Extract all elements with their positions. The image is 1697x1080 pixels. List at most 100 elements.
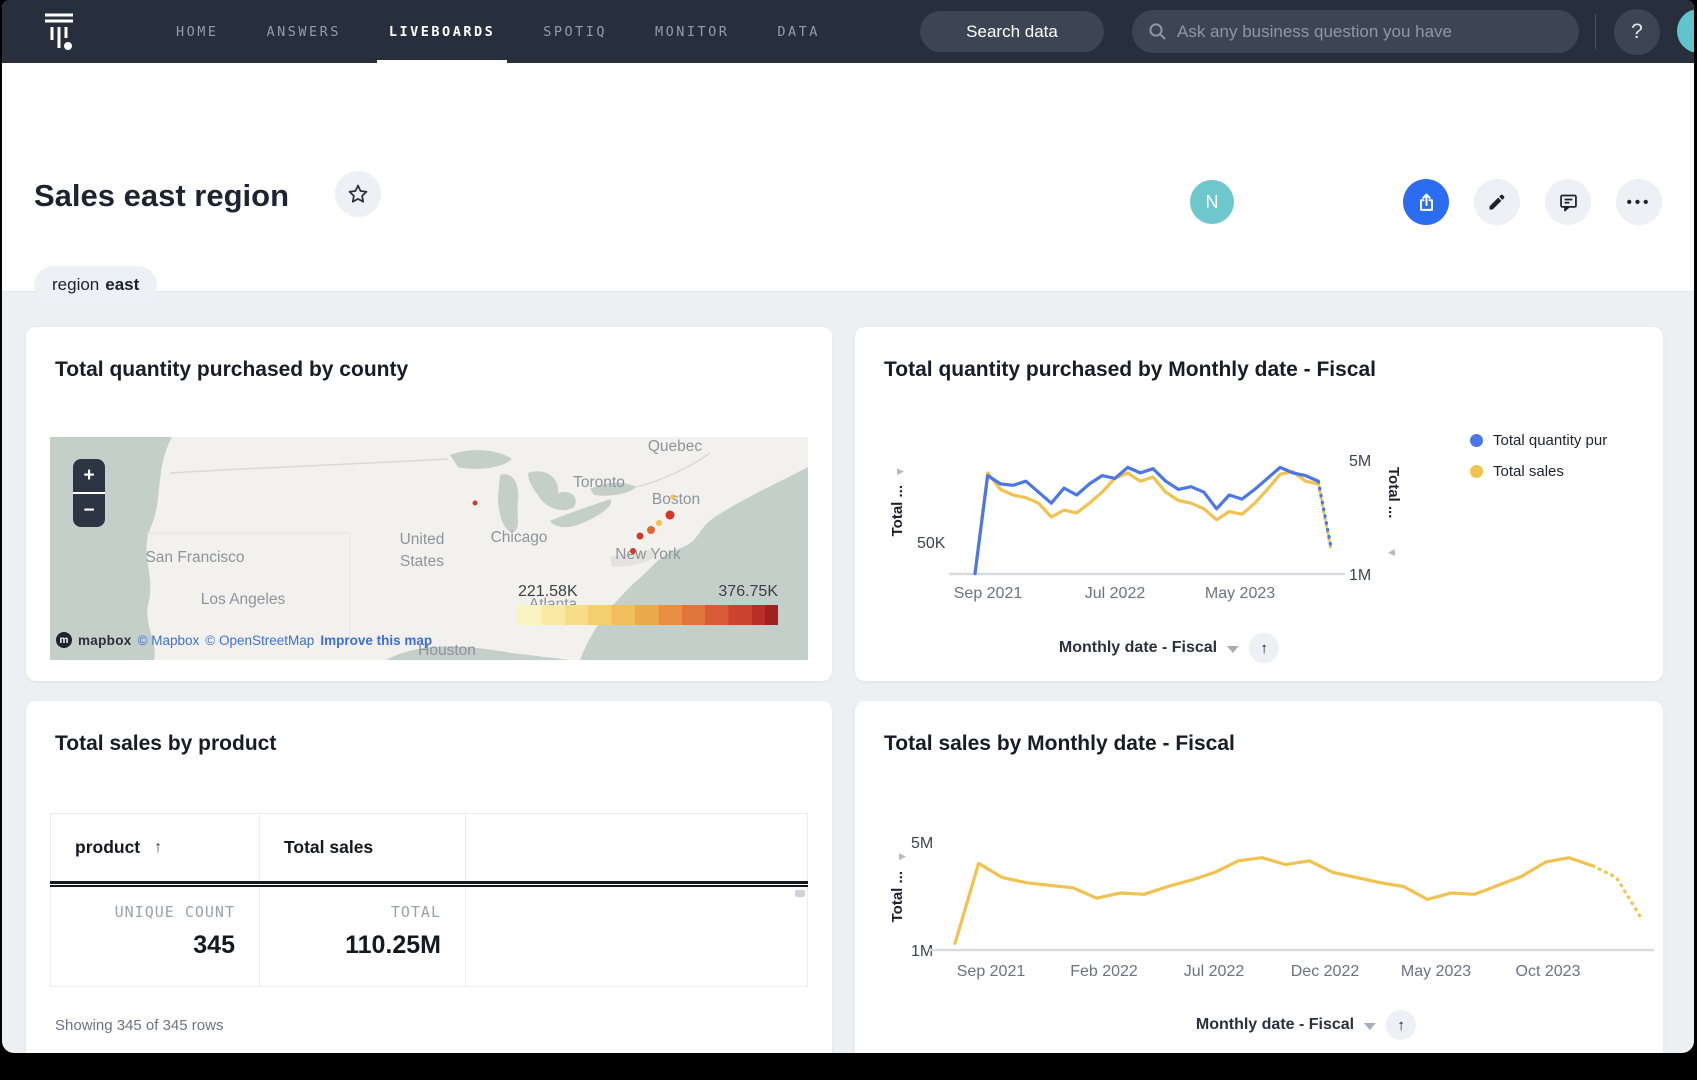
x-tick: Sep 2021 (954, 585, 1023, 603)
viz-card-map: Total quantity purchased by county (26, 327, 832, 681)
row-count-status: Showing 345 of 345 rows (55, 1017, 223, 1034)
nav-item-spotiq[interactable]: SPOTIQ (519, 0, 631, 63)
comment-button[interactable] (1545, 179, 1591, 225)
sort-direction-button[interactable]: ↑ (1249, 633, 1279, 663)
help-button[interactable]: ? (1614, 9, 1660, 55)
axis-scroll-left-icon[interactable]: ◀ (1388, 547, 1395, 558)
map-marker[interactable] (666, 511, 675, 520)
column-header-product[interactable]: product ↑ (51, 814, 260, 881)
share-button[interactable] (1403, 179, 1449, 225)
map-marker[interactable] (656, 520, 662, 526)
map-city-label: San Francisco (145, 549, 244, 567)
user-avatar[interactable]: N (1677, 9, 1694, 53)
liveboard-header: Sales east region N (2, 63, 1694, 292)
improve-map-link[interactable]: Improve this map (320, 633, 432, 648)
share-icon (1416, 192, 1437, 213)
line-chart-plot[interactable] (975, 437, 1331, 575)
favorite-star-button[interactable] (335, 171, 381, 217)
map-marker[interactable] (473, 501, 478, 506)
aggregate-value: 345 (51, 931, 235, 960)
y-tick-5m: 5M (1349, 453, 1371, 471)
top-navigation-bar: HOME ANSWERS LIVEBOARDS SPOTIQ MONITOR D… (2, 0, 1694, 63)
chevron-down-icon[interactable] (1227, 646, 1239, 653)
liveboard-canvas: Total quantity purchased by county (2, 293, 1694, 1053)
openstreetmap-link[interactable]: © OpenStreetMap (205, 633, 314, 648)
mapbox-logo-icon: m (56, 632, 72, 648)
mapbox-wordmark: mapbox (78, 633, 132, 648)
app-window: HOME ANSWERS LIVEBOARDS SPOTIQ MONITOR D… (2, 0, 1694, 1053)
ask-question-searchbox (1132, 10, 1579, 53)
nav-item-answers[interactable]: ANSWERS (243, 0, 365, 63)
x-tick: Sep 2021 (957, 963, 1026, 981)
legend-min-value: 221.58K (518, 583, 578, 601)
axis-scroll-right-icon[interactable]: ▶ (897, 466, 904, 477)
legend-item-sales[interactable]: Total sales (1470, 463, 1607, 480)
thoughtspot-logo-icon[interactable] (36, 10, 82, 59)
star-icon (347, 183, 369, 205)
column-header-total-sales[interactable]: Total sales (260, 814, 466, 881)
x-dimension-control: Monthly date - Fiscal ↑ (1059, 633, 1279, 663)
ask-question-input[interactable] (1177, 22, 1563, 42)
x-tick: May 2023 (1205, 585, 1275, 603)
map-marker[interactable] (647, 526, 655, 534)
aggregate-label: UNIQUE COUNT (51, 903, 235, 921)
viewer-avatar[interactable]: N (1190, 180, 1234, 224)
chart-legend: Total quantity pur Total sales (1470, 432, 1607, 480)
right-y-axis-title: Total ... (1385, 467, 1402, 518)
geo-map[interactable]: San Francisco Los Angeles United States … (50, 437, 808, 660)
summary-cell-empty (466, 887, 807, 986)
map-city-label: New York (615, 546, 680, 564)
summary-cell-total: TOTAL 110.25M (260, 887, 466, 986)
heatmap-gradient-bar (518, 605, 778, 625)
comment-icon (1558, 192, 1579, 213)
legend-dot-yellow (1470, 465, 1483, 478)
zoom-in-button[interactable]: + (73, 459, 105, 492)
axis-scroll-right-icon[interactable]: ▶ (899, 851, 906, 862)
table-header-row: product ↑ Total sales (50, 813, 808, 881)
more-options-button[interactable]: ••• (1616, 179, 1662, 225)
viz-card-line-quantity: Total quantity purchased by Monthly date… (855, 327, 1663, 681)
map-city-label: Quebec (648, 438, 702, 456)
map-marker[interactable] (630, 548, 636, 554)
nav-menu: HOME ANSWERS LIVEBOARDS SPOTIQ MONITOR D… (152, 0, 844, 63)
x-tick: Feb 2022 (1070, 963, 1138, 981)
edit-button[interactable] (1474, 179, 1520, 225)
map-zoom-controls: + − (73, 459, 105, 527)
sort-ascending-icon[interactable]: ↑ (154, 839, 162, 857)
x-dimension-label[interactable]: Monthly date - Fiscal (1196, 1016, 1354, 1034)
aggregate-label: TOTAL (260, 903, 441, 921)
left-y-axis-title: Total ... (889, 485, 906, 536)
x-tick: May 2023 (1401, 963, 1471, 981)
legend-label: Total sales (1493, 463, 1564, 480)
nav-item-liveboards[interactable]: LIVEBOARDS (365, 0, 519, 63)
y-tick-50k: 50K (917, 535, 945, 553)
nav-item-monitor[interactable]: MONITOR (631, 0, 753, 63)
scrollbar-thumb[interactable] (795, 890, 805, 897)
legend-item-quantity[interactable]: Total quantity pur (1470, 432, 1607, 449)
line-chart-plot[interactable] (955, 835, 1640, 951)
y-tick-5m: 5M (911, 835, 933, 853)
x-tick: Jul 2022 (1184, 963, 1245, 981)
chevron-down-icon[interactable] (1364, 1023, 1376, 1030)
nav-item-data[interactable]: DATA (753, 0, 844, 63)
map-city-label: States (400, 553, 444, 571)
nav-divider (1595, 14, 1596, 49)
viz-title: Total quantity purchased by county (55, 358, 408, 382)
sort-direction-button[interactable]: ↑ (1386, 1010, 1416, 1040)
more-dots-icon: ••• (1627, 194, 1652, 211)
left-y-axis-title: Total ... (889, 871, 906, 922)
column-header-empty (466, 814, 807, 881)
mapbox-link[interactable]: © Mapbox (138, 633, 200, 648)
table-summary-row: UNIQUE COUNT 345 TOTAL 110.25M (50, 887, 808, 987)
x-tick: Dec 2022 (1291, 963, 1360, 981)
search-data-button[interactable]: Search data (920, 11, 1104, 52)
aggregate-value: 110.25M (260, 931, 441, 960)
nav-item-home[interactable]: HOME (152, 0, 243, 63)
map-marker[interactable] (637, 533, 644, 540)
page-title: Sales east region (34, 178, 289, 214)
pencil-icon (1487, 192, 1507, 212)
zoom-out-button[interactable]: − (73, 494, 105, 527)
legend-label: Total quantity pur (1493, 432, 1607, 449)
map-marker[interactable] (671, 495, 676, 500)
x-dimension-label[interactable]: Monthly date - Fiscal (1059, 639, 1217, 657)
